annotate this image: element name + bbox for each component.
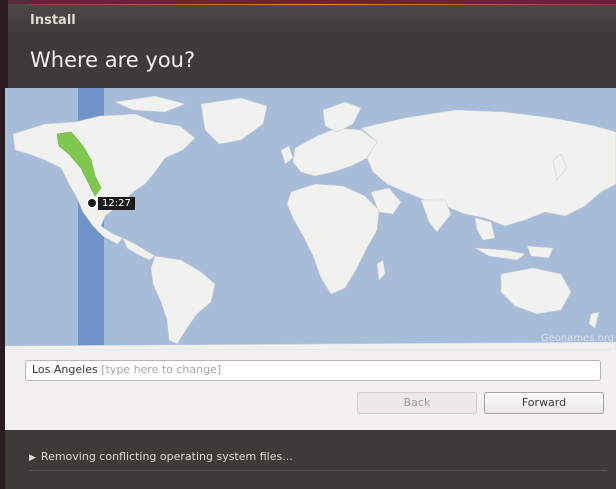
time-label: 12:27 [98, 197, 135, 210]
window-title: Install [30, 13, 76, 28]
location-hint: [type here to change] [101, 363, 222, 376]
location-panel: Los Angeles [type here to change] Back F… [5, 350, 616, 430]
progress-expander[interactable]: ▶ Removing conflicting operating system f… [29, 450, 293, 463]
status-text: Removing conflicting operating system fi… [40, 450, 293, 463]
back-button[interactable]: Back [357, 392, 477, 414]
page-heading: Where are you? [30, 48, 196, 72]
location-input[interactable]: Los Angeles [type here to change] [25, 360, 601, 381]
timezone-map[interactable]: 12:27 Geonames.org [5, 88, 616, 350]
status-divider [29, 470, 606, 471]
map-watermark: Geonames.org [540, 333, 614, 344]
location-pin-icon[interactable] [87, 198, 97, 208]
title-bar: Install [8, 0, 616, 34]
status-area: ▶ Removing conflicting operating system f… [5, 430, 616, 489]
triangle-right-icon: ▶ [29, 453, 36, 463]
forward-button[interactable]: Forward [484, 392, 604, 414]
location-value: Los Angeles [32, 363, 98, 376]
world-map-land [5, 95, 616, 350]
title-accent-line [26, 4, 616, 5]
